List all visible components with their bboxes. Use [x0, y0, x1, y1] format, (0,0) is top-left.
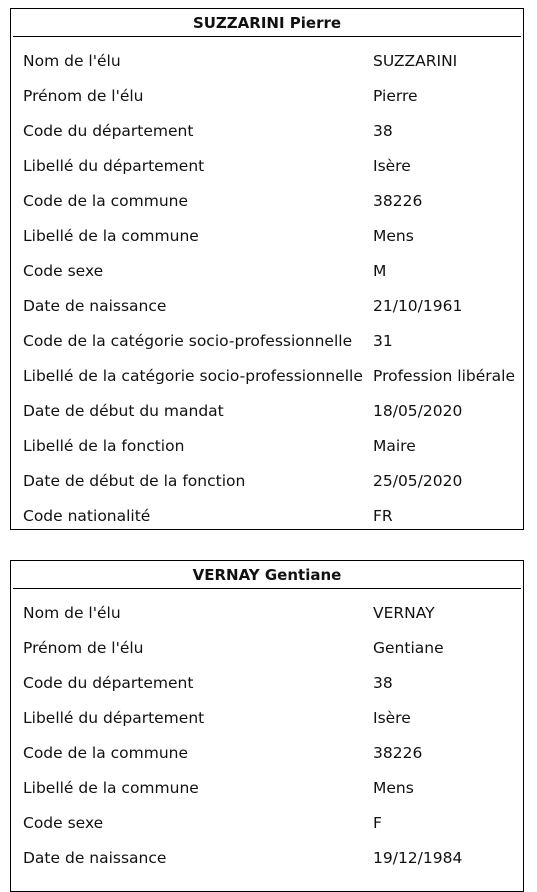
- table-row: Libellé du département Isère: [11, 701, 523, 736]
- row-label: Date de début de la fonction: [23, 472, 246, 490]
- row-value: M: [373, 262, 387, 280]
- row-label: Date de début du mandat: [23, 402, 224, 420]
- card-rows: Nom de l'élu VERNAY Prénom de l'élu Gentia…: [11, 589, 523, 876]
- row-value: SUZZARINI: [373, 52, 458, 70]
- row-value: 31: [373, 332, 393, 350]
- row-label: Libellé du département: [23, 709, 205, 727]
- table-row: Date de naissance 19/12/1984: [11, 841, 523, 876]
- row-label: Date de naissance: [23, 849, 167, 867]
- row-value: Isère: [373, 709, 411, 727]
- table-row: Code sexe M: [11, 254, 523, 289]
- row-label: Date de naissance: [23, 297, 167, 315]
- table-row: Prénom de l'élu Gentiane: [11, 631, 523, 666]
- table-row: Date de naissance 21/10/1961: [11, 289, 523, 324]
- card-title: SUZZARINI Pierre: [13, 9, 521, 37]
- table-row: Libellé de la catégorie socio-profession…: [11, 359, 523, 394]
- row-label: Code du département: [23, 122, 194, 140]
- table-row: Code de la catégorie socio-professionnel…: [11, 324, 523, 359]
- table-row: Nom de l'élu SUZZARINI: [11, 44, 523, 79]
- row-label: Nom de l'élu: [23, 604, 121, 622]
- row-label: Code de la catégorie socio-professionnel…: [23, 332, 353, 350]
- card-rows: Nom de l'élu SUZZARINI Prénom de l'élu Pie…: [11, 37, 523, 534]
- row-value: 18/05/2020: [373, 402, 463, 420]
- row-value: Gentiane: [373, 639, 444, 657]
- table-row: Libellé de la commune Mens: [11, 771, 523, 806]
- table-row: Prénom de l'élu Pierre: [11, 79, 523, 114]
- row-value: 25/05/2020: [373, 472, 463, 490]
- row-value: 19/12/1984: [373, 849, 463, 867]
- row-value: 21/10/1961: [373, 297, 463, 315]
- row-value: Maire: [373, 437, 416, 455]
- row-label: Code nationalité: [23, 507, 151, 525]
- row-value: 38226: [373, 744, 423, 762]
- table-row: Code du département 38: [11, 666, 523, 701]
- table-row: Libellé du département Isère: [11, 149, 523, 184]
- row-label: Prénom de l'élu: [23, 87, 144, 105]
- table-row: Libellé de la commune Mens: [11, 219, 523, 254]
- row-label: Prénom de l'élu: [23, 639, 144, 657]
- table-row: Code du département 38: [11, 114, 523, 149]
- row-value: Isère: [373, 157, 411, 175]
- row-label: Code sexe: [23, 262, 104, 280]
- row-value: 38: [373, 674, 393, 692]
- table-row: Libellé de la fonction Maire: [11, 429, 523, 464]
- table-row: Date de début du mandat 18/05/2020: [11, 394, 523, 429]
- row-value: 38: [373, 122, 393, 140]
- table-row: Code nationalité FR: [11, 499, 523, 534]
- row-label: Libellé de la commune: [23, 779, 199, 797]
- row-label: Code sexe: [23, 814, 104, 832]
- row-value: VERNAY: [373, 604, 435, 622]
- elected-official-card: VERNAY Gentiane Nom de l'élu VERNAY Préno…: [10, 560, 524, 892]
- row-value: FR: [373, 507, 393, 525]
- elected-official-card: SUZZARINI Pierre Nom de l'élu SUZZARINI P…: [10, 8, 524, 530]
- table-row: Code de la commune 38226: [11, 184, 523, 219]
- table-row: Code de la commune 38226: [11, 736, 523, 771]
- row-label: Nom de l'élu: [23, 52, 121, 70]
- row-label: Code de la commune: [23, 192, 189, 210]
- row-label: Code de la commune: [23, 744, 189, 762]
- row-value: Profession libérale: [373, 367, 515, 385]
- row-value: F: [373, 814, 382, 832]
- row-value: Mens: [373, 227, 414, 245]
- row-value: 38226: [373, 192, 423, 210]
- row-value: Pierre: [373, 87, 418, 105]
- table-row: Nom de l'élu VERNAY: [11, 596, 523, 631]
- table-row: Code sexe F: [11, 806, 523, 841]
- table-row: Date de début de la fonction 25/05/2020: [11, 464, 523, 499]
- row-label: Libellé de la commune: [23, 227, 199, 245]
- row-label: Code du département: [23, 674, 194, 692]
- row-label: Libellé de la catégorie socio-profession…: [23, 367, 363, 385]
- row-value: Mens: [373, 779, 414, 797]
- row-label: Libellé du département: [23, 157, 205, 175]
- row-label: Libellé de la fonction: [23, 437, 185, 455]
- card-title: VERNAY Gentiane: [13, 561, 521, 589]
